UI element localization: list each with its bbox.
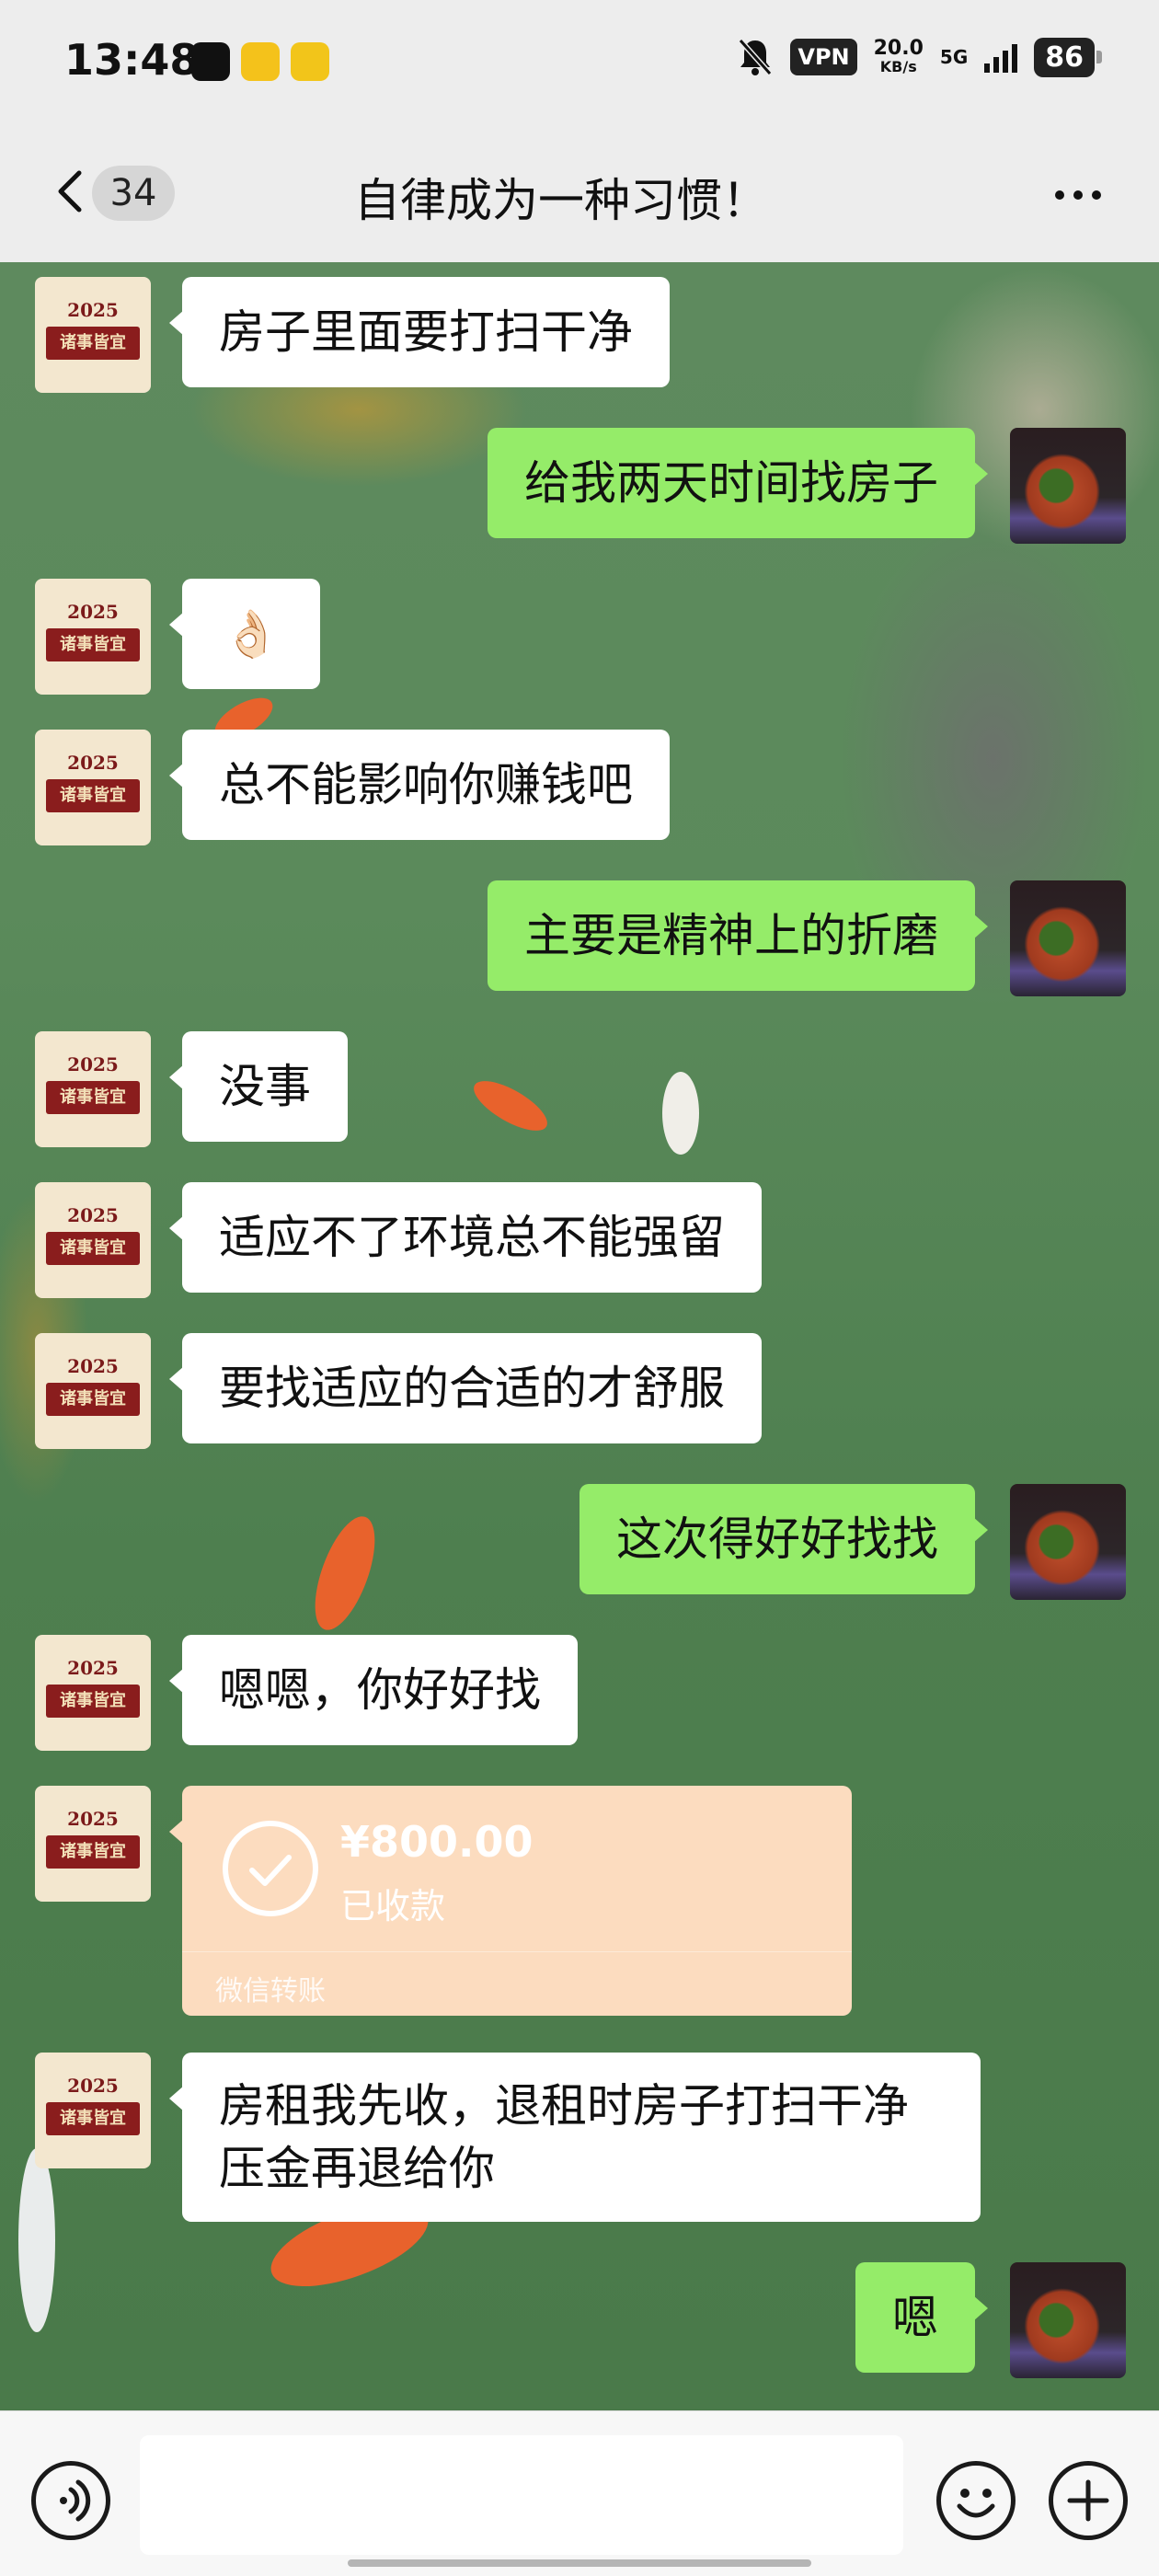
duck-app-icon — [241, 42, 280, 81]
network-speed: 20.0 KB/s — [874, 39, 924, 75]
speed-value: 20.0 — [873, 37, 924, 60]
avatar-year: 2025 — [67, 299, 119, 321]
voice-icon[interactable] — [31, 2461, 110, 2540]
avatar-text: 诸事皆宜 — [46, 1383, 140, 1416]
contact-avatar[interactable]: 2025 诸事皆宜 — [35, 277, 151, 393]
check-circle-icon — [223, 1821, 318, 1916]
vpn-badge: VPN — [790, 39, 857, 75]
contact-avatar[interactable]: 2025 诸事皆宜 — [35, 1182, 151, 1298]
contact-avatar[interactable]: 2025 诸事皆宜 — [35, 1786, 151, 1902]
message-bubble[interactable]: 这次得好好找找 — [580, 1484, 988, 1594]
transfer-amount: ¥800.00 — [340, 1817, 534, 1867]
message-bubble[interactable]: 房租我先收，退租时房子打扫干净 压金再退给你 — [169, 2053, 981, 2222]
user-avatar[interactable] — [1010, 1484, 1126, 1600]
tiktok-icon — [191, 42, 230, 81]
message-bubble[interactable]: 嗯嗯，你好好找 — [169, 1635, 578, 1745]
network-type: 5G — [939, 46, 969, 68]
speed-unit: KB/s — [879, 58, 917, 75]
emoji-icon[interactable] — [936, 2461, 1016, 2540]
avatar-year: 2025 — [67, 1657, 119, 1679]
mute-bell-icon — [739, 39, 773, 75]
status-bar: 13:48 VPN 20.0 KB/s 5G 86 — [0, 0, 1159, 129]
chat-background: 2025 诸事皆宜 房子里面要打扫干净 给我两天时间找房子 2025 诸事皆宜 … — [0, 262, 1159, 2410]
chat-header: 34 自律成为一种习惯！ — [0, 129, 1159, 262]
user-avatar[interactable] — [1010, 880, 1126, 996]
message-bubble[interactable]: 嗯 — [855, 2262, 988, 2373]
user-avatar[interactable] — [1010, 2262, 1126, 2378]
contact-avatar[interactable]: 2025 诸事皆宜 — [35, 730, 151, 845]
avatar-text: 诸事皆宜 — [46, 1835, 140, 1869]
avatar-year: 2025 — [67, 2075, 119, 2097]
message-bubble[interactable]: 适应不了环境总不能强留 — [169, 1182, 762, 1293]
avatar-text: 诸事皆宜 — [46, 779, 140, 812]
contact-avatar[interactable]: 2025 诸事皆宜 — [35, 1635, 151, 1751]
contact-avatar[interactable]: 2025 诸事皆宜 — [35, 1031, 151, 1147]
contact-avatar[interactable]: 2025 诸事皆宜 — [35, 1333, 151, 1449]
status-time: 13:48 — [64, 35, 200, 85]
transfer-status: 已收款 — [340, 1886, 446, 1926]
avatar-text: 诸事皆宜 — [46, 1232, 140, 1265]
message-bubble[interactable]: 没事 — [169, 1031, 348, 1142]
battery-indicator: 86 — [1034, 37, 1102, 77]
avatar-text: 诸事皆宜 — [46, 327, 140, 360]
transfer-source: 微信转账 — [215, 1975, 326, 2007]
emoji-message-bubble[interactable]: 👌🏻 — [168, 579, 321, 689]
transfer-divider — [182, 1951, 852, 1952]
message-bubble[interactable]: 主要是精神上的折磨 — [488, 880, 988, 991]
contact-avatar[interactable]: 2025 诸事皆宜 — [35, 579, 151, 695]
avatar-text: 诸事皆宜 — [46, 628, 140, 661]
avatar-year: 2025 — [67, 1204, 119, 1226]
avatar-year: 2025 — [67, 1053, 119, 1075]
input-bar — [0, 2410, 1159, 2576]
signal-icon — [984, 41, 1018, 73]
message-line: 房租我先收，退租时房子打扫干净 — [219, 2079, 909, 2133]
message-bubble[interactable]: 给我两天时间找房子 — [488, 428, 988, 538]
message-bubble[interactable]: 房子里面要打扫干净 — [169, 277, 670, 387]
avatar-year: 2025 — [67, 601, 119, 623]
user-avatar[interactable] — [1010, 428, 1126, 544]
message-bubble[interactable]: 总不能影响你赚钱吧 — [169, 730, 670, 840]
contact-avatar[interactable]: 2025 诸事皆宜 — [35, 2053, 151, 2168]
plus-icon[interactable] — [1049, 2461, 1128, 2540]
chat-title: 自律成为一种习惯！ — [354, 174, 768, 227]
avatar-year: 2025 — [67, 1808, 119, 1830]
home-indicator[interactable] — [348, 2559, 811, 2567]
message-line: 压金再退给你 — [219, 2142, 495, 2195]
avatar-year: 2025 — [67, 752, 119, 774]
more-options-icon[interactable] — [1050, 177, 1106, 213]
status-indicators: VPN 20.0 KB/s 5G 86 — [737, 37, 1102, 77]
transfer-card[interactable]: ¥800.00 已收款 微信转账 — [169, 1786, 852, 2016]
seven-app-icon — [291, 42, 329, 81]
ok-hand-icon: 👌🏻 — [223, 607, 281, 661]
avatar-year: 2025 — [67, 1355, 119, 1377]
message-input[interactable] — [140, 2435, 903, 2555]
avatar-text: 诸事皆宜 — [46, 2102, 140, 2135]
avatar-text: 诸事皆宜 — [46, 1685, 140, 1718]
message-bubble[interactable]: 要找适应的合适的才舒服 — [169, 1333, 762, 1443]
avatar-text: 诸事皆宜 — [46, 1081, 140, 1114]
